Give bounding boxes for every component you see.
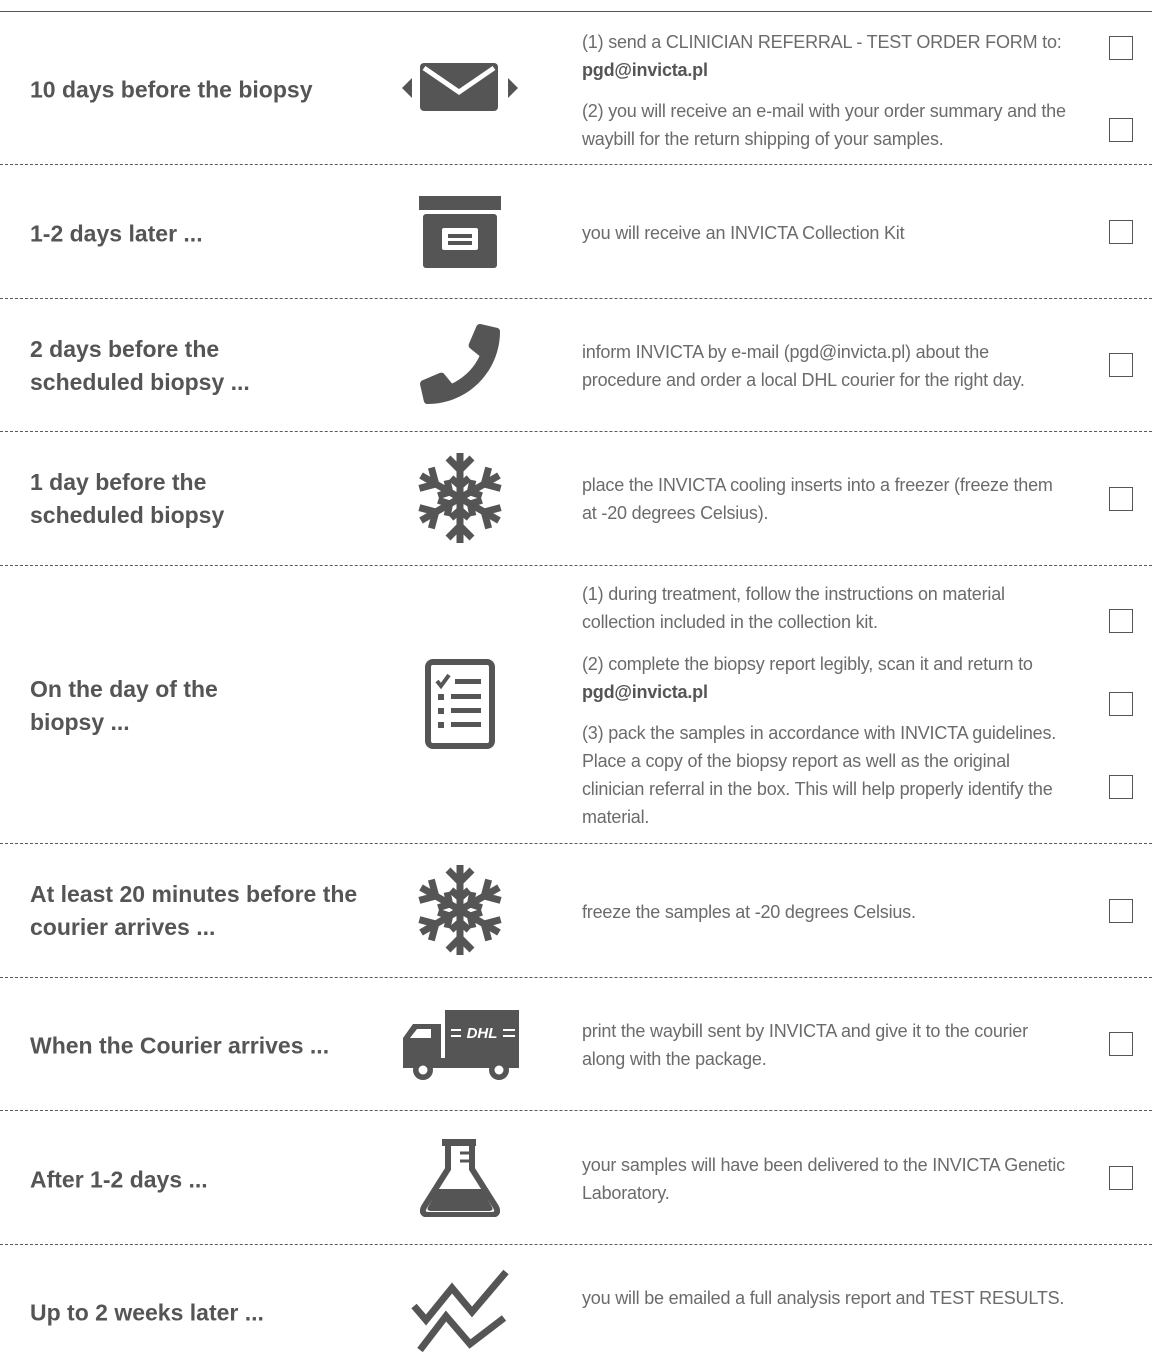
step-when-1: 10 days before the biopsy	[30, 76, 313, 103]
step-when-3: 2 days before the scheduled biopsy ...	[30, 336, 250, 395]
snowflake-icon	[400, 451, 520, 545]
task-checkbox[interactable]	[1109, 692, 1133, 716]
email-link[interactable]: pgd@invicta.pl	[582, 682, 708, 702]
divider	[0, 977, 1152, 978]
snowflake-icon	[400, 863, 520, 957]
step-task-4-1: place the INVICTA cooling inserts into a…	[582, 475, 1053, 523]
task-checkbox[interactable]	[1109, 118, 1133, 142]
checklist-icon	[400, 659, 520, 749]
email-link[interactable]: pgd@invicta.pl	[582, 60, 708, 80]
task-checkbox[interactable]	[1109, 1166, 1133, 1190]
task-checkbox[interactable]	[1109, 220, 1133, 244]
task-checkbox[interactable]	[1109, 487, 1133, 511]
divider	[0, 1110, 1152, 1111]
trend-chart-icon	[400, 1268, 520, 1352]
step-task-5-1: (1) during treatment, follow the instruc…	[582, 584, 1005, 632]
divider	[0, 1244, 1152, 1245]
step-when-2: 1-2 days later ...	[30, 220, 203, 247]
step-task-1-2: (2) you will receive an e-mail with your…	[582, 101, 1066, 149]
divider	[0, 843, 1152, 844]
task-checkbox[interactable]	[1109, 1032, 1133, 1056]
divider	[0, 164, 1152, 165]
step-when-6: At least 20 minutes before the courier a…	[30, 881, 358, 940]
envelope-icon	[400, 60, 520, 116]
step-when-9: Up to 2 weeks later ...	[30, 1299, 264, 1326]
step-task-3-1: inform INVICTA by e-mail (pgd@invicta.pl…	[582, 342, 1025, 390]
task-checkbox[interactable]	[1109, 609, 1133, 633]
top-rule	[0, 11, 1152, 12]
step-when-4: 1 day before the scheduled biopsy	[30, 469, 225, 528]
step-when-7: When the Courier arrives ...	[30, 1032, 330, 1059]
divider	[0, 565, 1152, 566]
divider	[0, 431, 1152, 432]
step-when-5: On the day of the biopsy ...	[30, 676, 218, 735]
step-task-9-1: you will be emailed a full analysis repo…	[582, 1288, 1065, 1308]
step-task-8-1: your samples will have been delivered to…	[582, 1155, 1065, 1203]
task-checkbox[interactable]	[1109, 899, 1133, 923]
step-task-5-2: (2) complete the biopsy report legibly, …	[582, 654, 1033, 702]
step-task-2-1: you will receive an INVICTA Collection K…	[582, 223, 905, 243]
step-task-7-1: print the waybill sent by INVICTA and gi…	[582, 1021, 1028, 1069]
divider	[0, 298, 1152, 299]
step-task-1-1: (1) send a CLINICIAN REFERRAL - TEST ORD…	[582, 32, 1062, 80]
dhl-truck-icon: DHL	[400, 1010, 520, 1082]
archive-box-icon	[400, 196, 520, 268]
step-task-6-1: freeze the samples at -20 degrees Celsiu…	[582, 902, 916, 922]
step-task-5-3: (3) pack the samples in accordance with …	[582, 723, 1057, 827]
phone-icon	[400, 324, 520, 404]
step-when-8: After 1-2 days ...	[30, 1166, 208, 1193]
task-checkbox[interactable]	[1109, 775, 1133, 799]
task-checkbox[interactable]	[1109, 36, 1133, 60]
truck-logo-text: DHL	[467, 1025, 498, 1042]
flask-icon	[400, 1139, 520, 1217]
task-checkbox[interactable]	[1109, 353, 1133, 377]
